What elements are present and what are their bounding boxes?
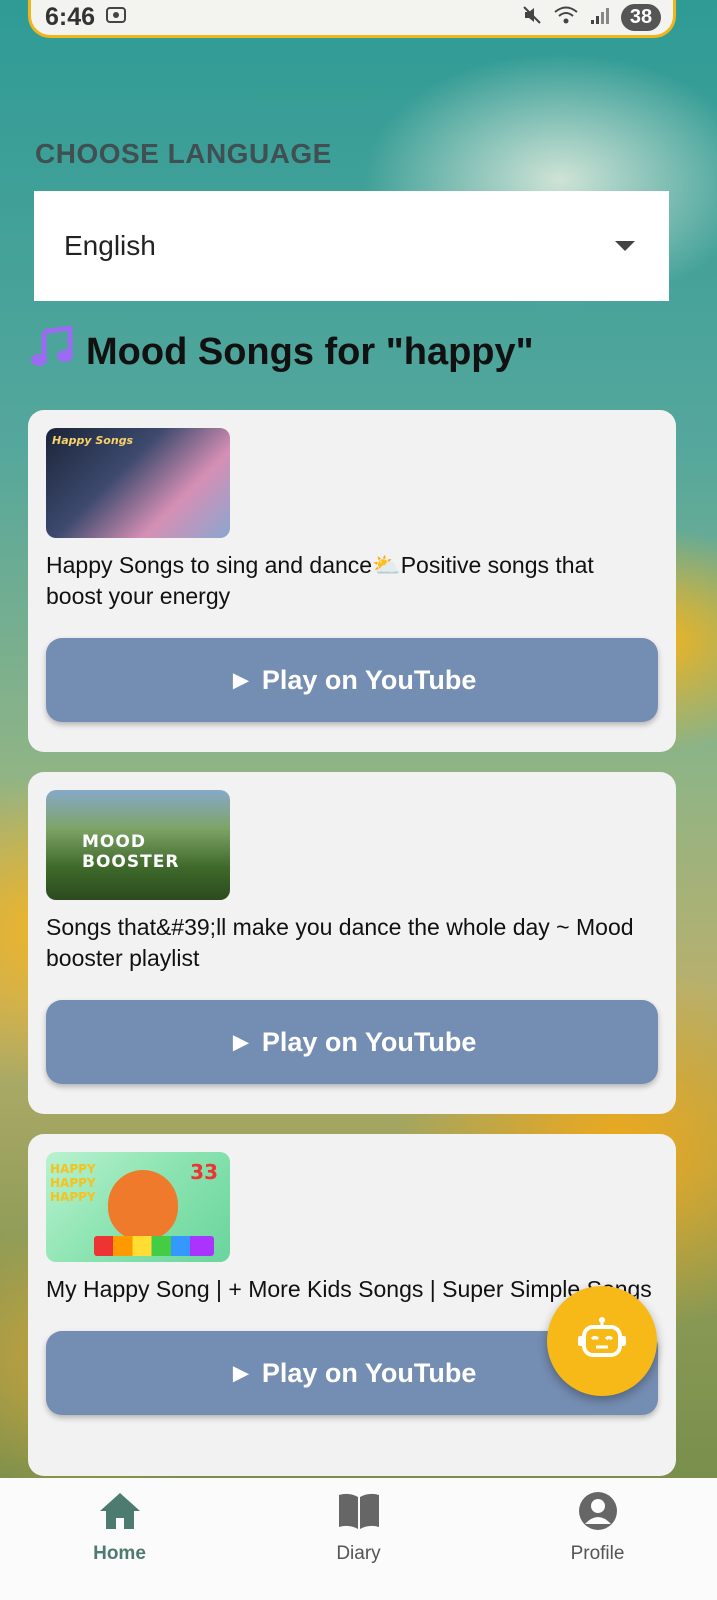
wifi-icon [553, 4, 579, 31]
music-note-icon [30, 325, 76, 378]
status-right: 38 [521, 4, 661, 31]
choose-language-label: CHOOSE LANGUAGE [35, 138, 332, 169]
bottom-nav: Home Diary Profile [0, 1478, 717, 1600]
song-thumbnail[interactable]: Happy Songs [46, 428, 230, 538]
song-card: Happy Songs Happy Songs to sing and danc… [28, 410, 676, 752]
play-on-youtube-button[interactable]: ► Play on YouTube [46, 1000, 658, 1084]
battery-indicator: 38 [621, 4, 661, 31]
thumbnail-text: HAPPY HAPPY HAPPY [50, 1162, 96, 1204]
chatbot-button[interactable] [547, 1286, 657, 1396]
song-thumbnail[interactable]: HAPPY HAPPY HAPPY 33 [46, 1152, 230, 1262]
screenshot-icon [105, 5, 127, 31]
song-card: MOOD BOOSTER Songs that&#39;ll make you … [28, 772, 676, 1114]
song-thumbnail[interactable]: MOOD BOOSTER [46, 790, 230, 900]
nav-item-diary[interactable]: Diary [269, 1490, 449, 1600]
home-icon [97, 1490, 143, 1537]
thumbnail-text: Happy Songs [52, 434, 134, 447]
status-bar: 6:46 38 [28, 0, 676, 38]
song-title: Songs that&#39;ll make you dance the who… [46, 914, 634, 971]
nav-label-diary: Diary [336, 1543, 381, 1564]
section-title-text: Mood Songs for "happy" [86, 330, 534, 373]
song-title: Happy Songs to sing and dance⛅Positive s… [46, 552, 594, 609]
robot-icon [577, 1316, 627, 1367]
nav-label-profile: Profile [570, 1543, 625, 1564]
thumbnail-badge: 33 [190, 1160, 218, 1184]
status-time: 6:46 [45, 3, 96, 31]
profile-icon [577, 1490, 619, 1537]
thumbnail-text: MOOD BOOSTER [82, 832, 180, 872]
mute-icon [521, 4, 543, 31]
nav-item-home[interactable]: Home [30, 1490, 210, 1600]
chevron-down-icon [615, 241, 635, 251]
language-selected-value: English [64, 230, 156, 261]
cartoon-face [108, 1170, 178, 1240]
nav-item-profile[interactable]: Profile [508, 1490, 688, 1600]
play-on-youtube-button[interactable]: ► Play on YouTube [46, 638, 658, 722]
book-icon [336, 1490, 382, 1537]
status-left: 6:46 [45, 3, 127, 32]
section-title: Mood Songs for "happy" [30, 325, 534, 378]
xylophone-graphic [94, 1236, 214, 1256]
nav-label-home: Home [93, 1543, 146, 1564]
signal-icon [589, 4, 611, 31]
language-select[interactable]: English [34, 191, 669, 301]
